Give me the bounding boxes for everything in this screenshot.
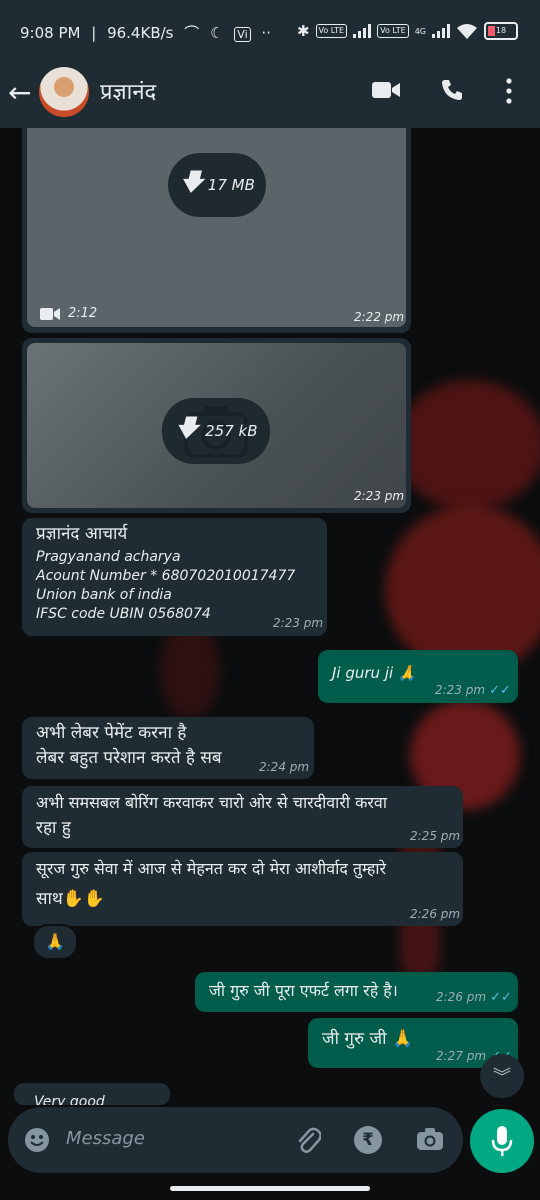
signal-icon [353,24,372,38]
status-bar: 9:08 PM | 96.4KB/s ⌒ ☾ Vi ·· ✱ Vo LTE Vo… [0,0,540,62]
message-text: Pragyanand acharya [36,549,181,565]
incoming-message-partial: Very good [14,1083,170,1105]
message-text: लेबर बहुत परेशान करते है सब [36,748,222,768]
incoming-message: अभी समसबल बोरिंग करवाकर चारो ओर से चारदी… [22,786,463,848]
message-time: 2:26 pm [410,907,461,921]
video-message: 🡇 17 MB 2:12 2:22 pm [22,128,411,333]
outgoing-message: जी गुरु जी पूरा एफर्ट लगा रहे है। 2:26 p… [195,972,518,1012]
photo-thumbnail[interactable]: 🡇 257 kB 2:23 pm [27,343,406,508]
video-size: 17 MB [207,176,255,194]
message-text: Union bank of india [36,587,172,603]
incoming-message: अभी लेबर पेमेंट करना है लेबर बहुत परेशान… [22,717,314,779]
message-text: Ji guru ji 🙏 [332,664,417,682]
read-ticks-icon: ✓✓ [489,683,511,698]
message-text: रहा हु [36,818,71,838]
chevron-down-icon: ︾ [493,1067,511,1088]
incoming-message: सूरज गुरु सेवा में आज से मेहनत कर दो मेर… [22,852,463,926]
message-time: 2:22 pm [354,310,405,324]
camera-icon[interactable] [416,1127,444,1151]
mic-icon [491,1126,513,1156]
message-time: 2:23 pm [354,489,405,503]
status-time: 9:08 PM [20,24,81,42]
bluetooth-icon: ✱ [296,22,310,40]
message-text: अभी लेबर पेमेंट करना है [36,723,187,743]
phone-icon[interactable] [440,78,464,102]
message-text: Very good [34,1094,105,1105]
message-text: अभी समसबल बोरिंग करवाकर चारो ओर से चारदी… [36,793,387,812]
message-text: साथ✋✋ [36,889,106,909]
video-call-icon[interactable] [372,80,400,100]
photo-size: 257 kB [205,422,258,440]
back-arrow-icon[interactable]: ← [8,76,31,109]
reaction-badge[interactable]: 🙏 [32,924,78,960]
signal-icon-2 [432,24,450,38]
message-text: जी गुरु जी 🙏 [322,1029,414,1049]
message-text: IFSC code UBIN 0568074 [36,606,211,622]
app-notification-icon: Vi [234,27,251,42]
more-options-icon[interactable] [506,78,512,104]
mic-button[interactable] [470,1109,534,1173]
volte-icon: Vo LTE [315,24,348,38]
avatar[interactable] [39,67,89,117]
attach-icon[interactable] [295,1126,321,1154]
message-time: 2:23 pm ✓✓ [435,683,511,698]
more-notifications-icon: ·· [261,24,271,42]
wifi-icon [457,24,477,39]
message-text: Acount Number * 680702010017477 [36,568,296,584]
contact-name[interactable]: प्रज्ञानंद [100,76,156,106]
battery-level: 18 [495,26,507,35]
reaction-emoji: 🙏 [45,932,65,951]
volte-icon-2: Vo LTE [377,24,409,38]
message-input[interactable]: Message [66,1128,145,1149]
network-type: 4G [414,26,426,36]
network-speed: 96.4KB/s [107,24,174,42]
message-time: 2:25 pm [410,829,461,843]
gesture-nav-bar[interactable] [170,1186,370,1191]
download-icon: 🡇 [174,413,200,442]
message-text: प्रज्ञानंद आचार्य [36,524,128,544]
message-input-bar: Message ₹ [8,1107,463,1173]
chat-header: ← प्रज्ञानंद [0,62,540,128]
video-camera-icon [40,308,60,320]
message-time: 2:24 pm [259,760,310,774]
video-thumbnail[interactable]: 🡇 17 MB 2:12 2:22 pm [27,128,406,327]
moon-icon: ☾ [210,24,224,42]
incoming-message-bank-details: प्रज्ञानंद आचार्य Pragyanand acharya Aco… [22,518,327,636]
message-text: सूरज गुरु सेवा में आज से मेहनत कर दो मेर… [36,859,387,878]
scroll-to-bottom-button[interactable]: ︾ [480,1054,524,1098]
download-button[interactable]: 🡇 17 MB [168,153,266,217]
emoji-icon[interactable] [24,1127,50,1153]
call-icon: ⌒ [184,24,200,42]
photo-message: 🡇 257 kB 2:23 pm [22,338,411,513]
message-time: 2:26 pm ✓✓ [436,990,512,1005]
download-button[interactable]: 🡇 257 kB [162,398,270,464]
message-text: जी गुरु जी पूरा एफर्ट लगा रहे है। [209,981,398,1000]
message-time: 2:23 pm [273,616,324,630]
read-ticks-icon: ✓✓ [490,990,512,1005]
download-icon: 🡇 [179,167,204,196]
video-duration: 2:12 [68,306,98,321]
battery-icon: 18 [484,22,518,40]
outgoing-message: Ji guru ji 🙏 2:23 pm ✓✓ [318,650,518,703]
rupee-payment-icon[interactable]: ₹ [354,1126,382,1154]
